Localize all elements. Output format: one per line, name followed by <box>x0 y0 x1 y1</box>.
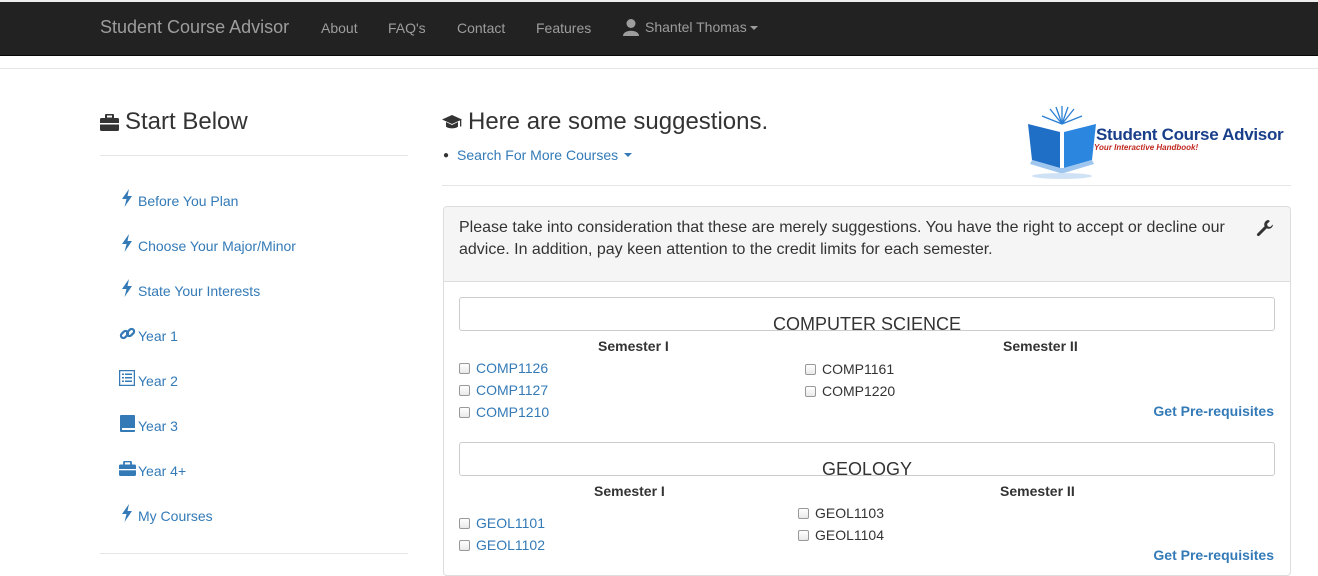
sidebar-item-year-1[interactable]: Year 1 <box>116 322 178 344</box>
sidebar-item-label: Year 4+ <box>138 463 187 479</box>
sidebar-item-my-courses[interactable]: My Courses <box>116 502 213 524</box>
course-code[interactable]: COMP1210 <box>476 404 549 420</box>
sidebar-item-before-you-plan[interactable]: Before You Plan <box>116 187 238 209</box>
semester-heading: Semester II <box>1003 338 1078 354</box>
course-checkbox-item[interactable]: COMP1161 <box>805 361 894 377</box>
sidebar-item-state-interests[interactable]: State Your Interests <box>116 277 260 299</box>
checkbox[interactable] <box>459 362 470 374</box>
page-title: Here are some suggestions. <box>442 108 768 136</box>
divider <box>0 68 1318 69</box>
divider <box>100 553 408 554</box>
flash-icon <box>122 504 132 522</box>
checkbox[interactable] <box>459 517 470 529</box>
checkbox[interactable] <box>805 363 816 375</box>
course-checkbox-item[interactable]: GEOL1104 <box>798 527 884 543</box>
search-more-courses-label: Search For More Courses <box>457 147 619 163</box>
checkbox[interactable] <box>805 385 816 397</box>
nav-features[interactable]: Features <box>536 20 591 36</box>
link-icon <box>119 327 135 339</box>
logo-tagline: Your Interactive Handbook! <box>1094 143 1199 152</box>
sidebar-item-label: Choose Your Major/Minor <box>138 238 296 254</box>
book-icon <box>119 414 135 432</box>
course-code: COMP1220 <box>822 383 896 399</box>
sidebar-item-year-4[interactable]: Year 4+ <box>116 457 186 479</box>
semester-heading: Semester I <box>598 338 669 354</box>
course-code: GEOL1104 <box>815 527 885 543</box>
checkbox[interactable] <box>798 507 809 519</box>
navbar: Student Course Advisor About FAQ's Conta… <box>0 0 1318 56</box>
page-title-text: Here are some suggestions. <box>468 108 769 135</box>
sidebar-item-label: State Your Interests <box>138 283 261 299</box>
sidebar-item-label: Year 2 <box>138 373 178 389</box>
course-checkbox-item[interactable]: GEOL1103 <box>798 505 884 521</box>
get-prerequisites-link[interactable]: Get Pre-requisites <box>1153 403 1274 419</box>
brand[interactable]: Student Course Advisor <box>100 17 289 38</box>
search-more-courses-dropdown[interactable]: ● Search For More Courses <box>443 147 633 163</box>
flash-icon <box>122 234 132 252</box>
sidebar-item-choose-major[interactable]: Choose Your Major/Minor <box>116 232 296 254</box>
user-name: Shantel Thomas <box>645 19 747 35</box>
nav-contact[interactable]: Contact <box>457 20 505 36</box>
course-code[interactable]: GEOL1102 <box>476 537 545 553</box>
sidebar-item-label: Year 3 <box>138 418 178 434</box>
checkbox[interactable] <box>459 384 470 396</box>
nav-about[interactable]: About <box>321 20 358 36</box>
course-code[interactable]: GEOL1101 <box>476 515 545 531</box>
course-checkbox-item[interactable]: COMP1220 <box>805 383 895 399</box>
sidebar-item-label: Before You Plan <box>138 193 239 209</box>
nav-faqs[interactable]: FAQ's <box>388 20 426 36</box>
sidebar-title: Start Below <box>100 108 248 136</box>
divider <box>100 155 408 156</box>
semester-heading: Semester I <box>594 483 665 499</box>
semester-heading: Semester II <box>1000 483 1075 499</box>
logo-text: Student Course Advisor <box>1096 125 1284 144</box>
wrench-icon[interactable] <box>1256 219 1274 237</box>
course-code[interactable]: COMP1127 <box>476 382 548 398</box>
course-checkbox-item[interactable]: COMP1126 <box>459 360 548 376</box>
course-checkbox-item[interactable]: GEOL1101 <box>459 515 545 531</box>
bullet: ● <box>443 149 450 161</box>
sidebar-item-label: My Courses <box>138 508 213 524</box>
flash-icon <box>122 189 132 207</box>
sidebar-item-year-2[interactable]: Year 2 <box>116 367 178 389</box>
user-icon <box>623 19 639 36</box>
course-code: COMP1161 <box>822 361 895 377</box>
suggestions-panel: Please take into consideration that thes… <box>443 206 1291 576</box>
list-alt-icon <box>119 370 135 386</box>
checkbox[interactable] <box>459 406 470 418</box>
sidebar-item-year-3[interactable]: Year 3 <box>116 412 178 434</box>
subject-name: COMPUTER SCIENCE <box>772 314 961 334</box>
chevron-down-icon <box>749 26 758 30</box>
user-menu[interactable]: Shantel Thomas <box>622 18 758 36</box>
course-code: GEOL1103 <box>815 505 885 521</box>
sidebar-title-text: Start Below <box>125 108 248 135</box>
checkbox[interactable] <box>459 539 470 551</box>
divider <box>442 185 1291 186</box>
course-checkbox-item[interactable]: COMP1210 <box>459 404 549 420</box>
chevron-down-icon <box>624 153 633 157</box>
subject-name: GEOLOGY <box>821 459 913 479</box>
course-checkbox-item[interactable]: GEOL1102 <box>459 537 545 553</box>
notice-text: Please take into consideration that thes… <box>459 219 1225 258</box>
course-code[interactable]: COMP1126 <box>476 360 548 376</box>
panel-heading: Please take into consideration that thes… <box>444 207 1290 282</box>
briefcase-icon <box>100 113 119 131</box>
education-icon <box>442 115 462 129</box>
checkbox[interactable] <box>798 529 809 541</box>
sidebar-item-label: Year 1 <box>138 328 178 344</box>
briefcase-icon <box>118 460 136 476</box>
course-checkbox-item[interactable]: COMP1127 <box>459 382 548 398</box>
get-prerequisites-link[interactable]: Get Pre-requisites <box>1153 547 1274 563</box>
flash-icon <box>122 279 132 297</box>
